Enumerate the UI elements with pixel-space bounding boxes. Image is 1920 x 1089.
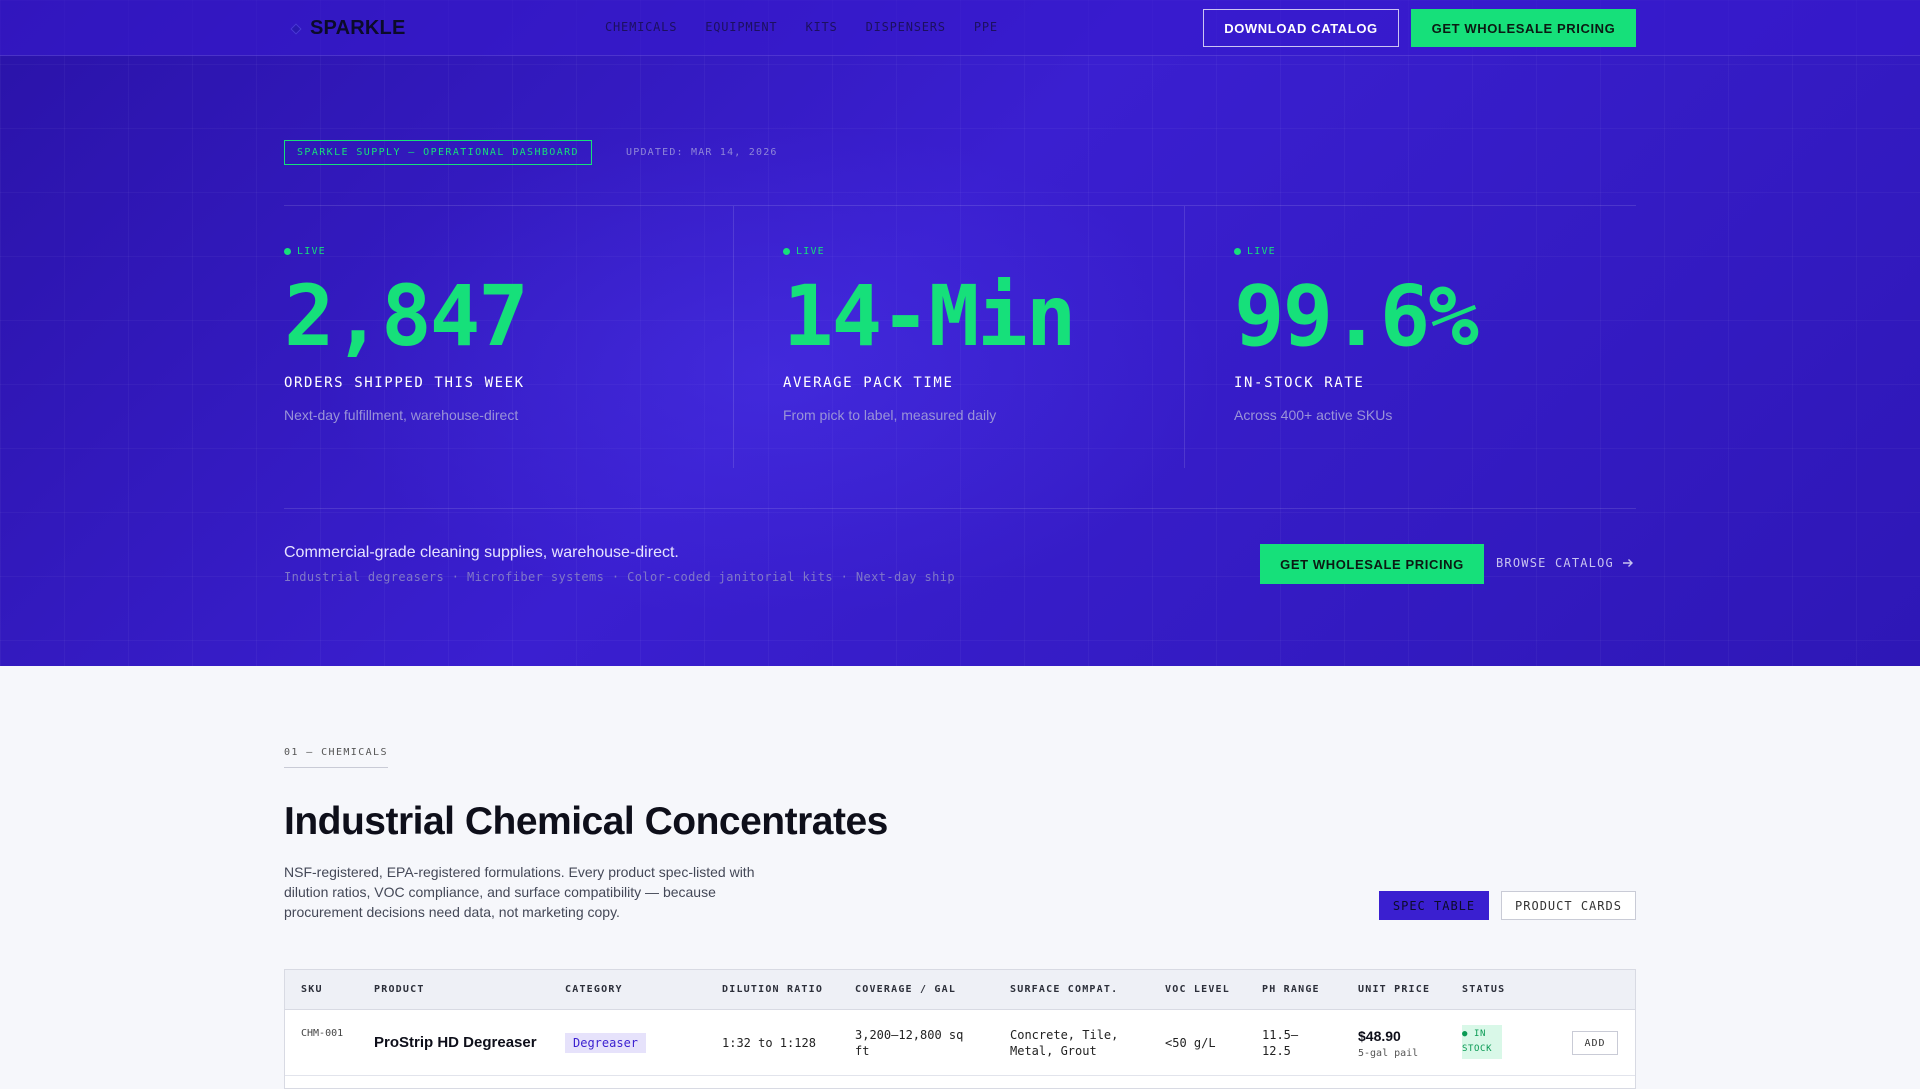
dashboard-tag: SPARKLE SUPPLY — OPERATIONAL DASHBOARD	[284, 140, 592, 165]
product-name-cell[interactable]: ProStrip HD Degreaser	[374, 1035, 537, 1051]
arrow-right-icon	[1622, 559, 1633, 567]
column-header: DILUTION RATIO	[722, 984, 824, 995]
column-header: VOC LEVEL	[1165, 984, 1230, 995]
column-header: STATUS	[1462, 984, 1506, 995]
hero-wholesale-pricing-button[interactable]: GET WHOLESALE PRICING	[1260, 544, 1484, 584]
stat-label: IN-STOCK RATE	[1234, 375, 1365, 391]
nav-link-chemicals[interactable]: CHEMICALS	[605, 20, 677, 34]
section-description: NSF-registered, EPA-registered formulati…	[284, 864, 755, 920]
live-label: LIVE	[1247, 246, 1276, 257]
add-to-cart-button[interactable]: ADD	[1572, 1031, 1618, 1055]
column-header: CATEGORY	[565, 984, 623, 995]
divider	[284, 205, 1636, 206]
unit-size-cell: 5-gal pail	[1358, 1048, 1419, 1059]
wholesale-pricing-button[interactable]: GET WHOLESALE PRICING	[1411, 9, 1636, 47]
stat-value: 99.6%	[1234, 267, 1479, 365]
live-indicator: LIVE	[1234, 246, 1477, 257]
live-indicator: LIVE	[783, 246, 1074, 257]
nav-link-equipment[interactable]: EQUIPMENT	[705, 20, 777, 34]
live-indicator: LIVE	[284, 246, 527, 257]
sku-cell: CHM-001	[301, 1028, 344, 1039]
divider	[284, 508, 1636, 509]
live-dot-icon	[284, 248, 291, 255]
status-badge: ● IN STOCK	[1462, 1025, 1502, 1059]
stat-subtext: Across 400+ active SKUs	[1234, 407, 1393, 423]
coverage-cell: 3,200–12,800 sq ft	[855, 1028, 964, 1058]
table-header: SKU PRODUCT CATEGORY DILUTION RATIO COVE…	[285, 970, 1635, 1010]
stat-value: 14-Min	[783, 267, 1076, 365]
surface-cell: Concrete, Tile, Metal, Grout	[1010, 1028, 1119, 1058]
voc-cell: <50 g/L	[1165, 1036, 1216, 1050]
diamond-icon	[290, 22, 302, 35]
category-badge: Degreaser	[565, 1033, 647, 1053]
section-label-underline	[284, 767, 388, 768]
stat-divider	[1184, 206, 1185, 468]
stat-label: ORDERS SHIPPED THIS WEEK	[284, 375, 525, 391]
section-title: Industrial Chemical Concentrates	[284, 800, 888, 843]
stat-pack-time: LIVE 14-Min AVERAGE PACK TIME From pick …	[783, 246, 1076, 423]
live-label: LIVE	[796, 246, 825, 257]
brand-logo[interactable]: SPARKLE	[290, 17, 406, 40]
stat-value: 2,847	[284, 267, 529, 365]
stat-in-stock: LIVE 99.6% IN-STOCK RATE Across 400+ act…	[1234, 246, 1479, 423]
hero-section: SPARKLE CHEMICALS EQUIPMENT KITS DISPENS…	[0, 0, 1920, 666]
section-label: 01 — CHEMICALS	[284, 747, 388, 758]
download-catalog-button[interactable]: DOWNLOAD CATALOG	[1203, 9, 1399, 47]
table-row[interactable]: CHM-001 ProStrip HD Degreaser Degreaser …	[285, 1010, 1635, 1076]
nav-link-dispensers[interactable]: DISPENSERS	[866, 20, 946, 34]
browse-catalog-link[interactable]: BROWSE CATALOG	[1496, 556, 1634, 570]
stat-divider	[733, 206, 734, 468]
hero-tagline: Commercial-grade cleaning supplies, ware…	[284, 544, 679, 561]
ph-cell: 11.5–12.5	[1262, 1028, 1299, 1058]
stat-subtext: Next-day fulfillment, warehouse-direct	[284, 407, 519, 423]
stat-subtext: From pick to label, measured daily	[783, 407, 997, 423]
product-cards-toggle[interactable]: PRODUCT CARDS	[1501, 891, 1636, 920]
brand-name: SPARKLE	[310, 17, 406, 39]
browse-catalog-label: BROWSE CATALOG	[1496, 556, 1614, 570]
column-header: PRODUCT	[374, 984, 425, 995]
column-header: SURFACE COMPAT.	[1010, 984, 1119, 995]
column-header: COVERAGE / GAL	[855, 984, 957, 995]
live-dot-icon	[783, 248, 790, 255]
column-header: UNIT PRICE	[1358, 984, 1431, 995]
price-cell: $48.90	[1358, 1028, 1401, 1044]
nav-link-kits[interactable]: KITS	[805, 20, 837, 34]
updated-timestamp: UPDATED: MAR 14, 2026	[626, 147, 778, 158]
top-nav: SPARKLE CHEMICALS EQUIPMENT KITS DISPENS…	[0, 0, 1920, 56]
spec-table: SKU PRODUCT CATEGORY DILUTION RATIO COVE…	[284, 969, 1636, 1089]
dilution-cell: 1:32 to 1:128	[722, 1036, 816, 1050]
stat-label: AVERAGE PACK TIME	[783, 375, 954, 391]
nav-link-ppe[interactable]: PPE	[974, 20, 998, 34]
spec-table-toggle[interactable]: SPEC TABLE	[1379, 891, 1489, 920]
hero-features: Industrial degreasers · Microfiber syste…	[284, 570, 955, 584]
column-header: SKU	[301, 984, 323, 995]
live-dot-icon	[1234, 248, 1241, 255]
live-label: LIVE	[297, 246, 326, 257]
stat-orders: LIVE 2,847 ORDERS SHIPPED THIS WEEK Next…	[284, 246, 529, 423]
column-header: PH RANGE	[1262, 984, 1320, 995]
nav-links: CHEMICALS EQUIPMENT KITS DISPENSERS PPE	[605, 20, 998, 34]
